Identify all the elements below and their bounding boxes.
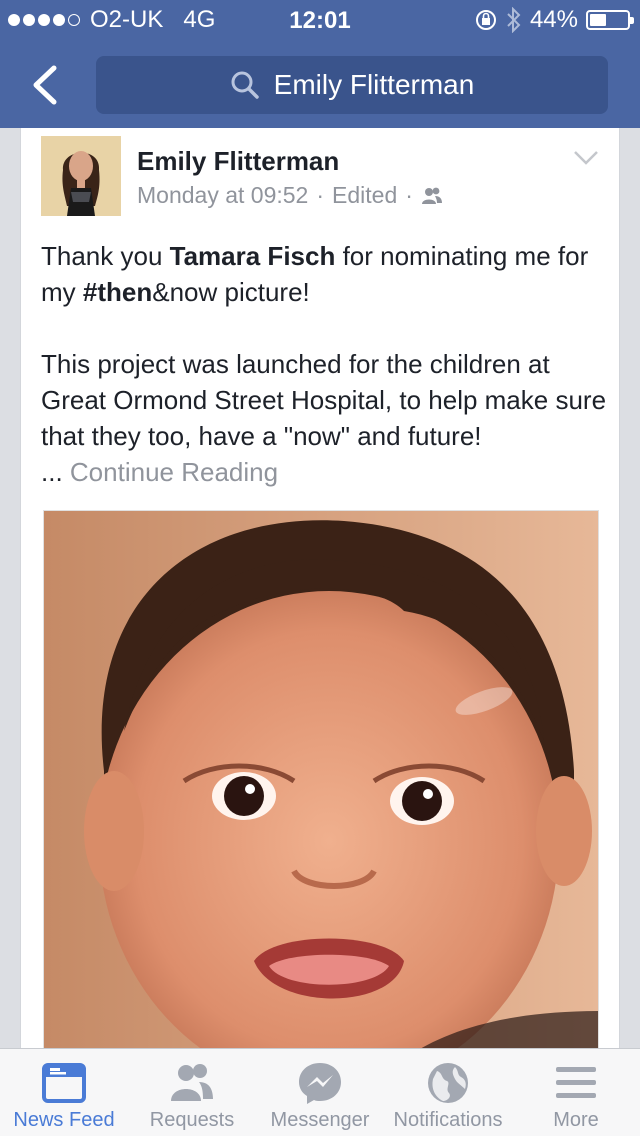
back-chevron-icon[interactable] [28,64,62,106]
nav-bar: Emily Flitterman [0,40,640,128]
post-paragraph-1: Thank you Tamara Fisch for nominating me… [41,238,611,310]
tab-label: Notifications [393,1109,503,1131]
tab-requests[interactable]: Requests [128,1049,256,1136]
tab-label: News Feed [13,1109,115,1131]
status-bar: O2-UK 4G 12:01 44% [0,0,640,40]
tab-label: Messenger [270,1109,370,1131]
tab-news-feed[interactable]: News Feed [0,1049,128,1136]
search-field[interactable]: Emily Flitterman [96,56,608,114]
author-name[interactable]: Emily Flitterman [137,146,339,177]
search-text: Emily Flitterman [273,69,475,100]
post-photo[interactable] [43,510,599,1058]
post-timestamp[interactable]: Monday at 09:52 [137,182,308,209]
mention-link[interactable]: Tamara Fisch [170,241,336,271]
tab-more[interactable]: More [512,1049,640,1136]
friends-audience-icon [421,187,442,204]
tab-bar: News Feed Requests Messenger Notificatio… [0,1048,640,1136]
tab-notifications[interactable]: Notifications [384,1049,512,1136]
post-text: Thank you Tamara Fisch for nominating me… [41,238,611,526]
news-feed-icon [42,1063,86,1103]
meta-separator: · [316,182,325,208]
tab-messenger[interactable]: Messenger [256,1049,384,1136]
post-options-chevron-icon[interactable] [573,150,599,166]
messenger-icon [299,1063,341,1104]
post-card: Emily Flitterman Monday at 09:52 · Edite… [20,128,620,1058]
text-run: &now picture! [152,277,310,307]
ellipsis: ... [41,457,70,487]
continue-reading-link[interactable]: Continue Reading [70,457,278,487]
bluetooth-icon [507,7,521,33]
battery-icon [586,10,634,30]
meta-separator-2: · [405,182,413,208]
rotation-lock-icon [475,10,496,30]
hamburger-icon [556,1067,596,1098]
post-meta: Monday at 09:52 · Edited · [137,182,443,209]
friend-requests-icon [171,1064,213,1101]
search-icon [231,71,259,99]
author-avatar[interactable] [41,136,121,216]
globe-icon [428,1063,468,1103]
status-right: 44% [474,6,634,34]
tab-label: More [553,1109,599,1131]
text-run: Thank you [41,241,170,271]
edited-label[interactable]: Edited [332,182,397,209]
battery-percent: 44% [529,6,578,33]
hashtag-link[interactable]: #then [83,277,152,307]
post-paragraph-2: This project was launched for the childr… [41,346,611,490]
tab-label: Requests [149,1109,235,1131]
text-run: This project was launched for the childr… [41,349,607,451]
